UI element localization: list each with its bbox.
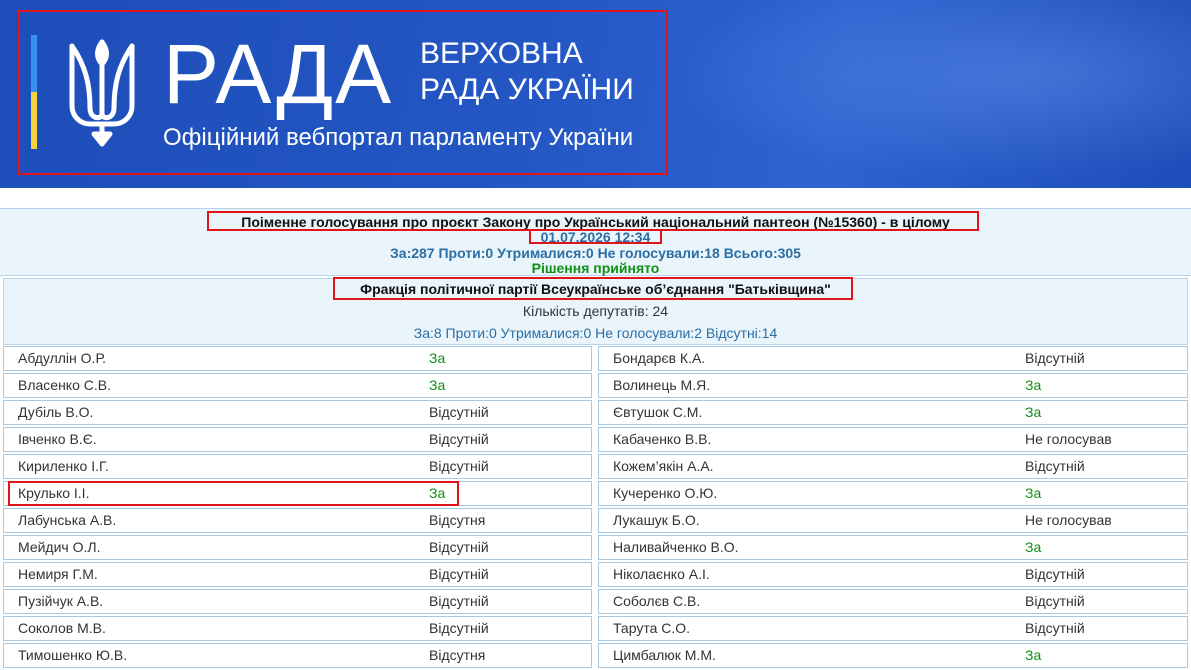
deputy-row: Волинець М.Я. За [598,373,1188,398]
deputy-name[interactable]: Мейдич О.Л. [18,536,100,559]
deputy-vote-result: Не голосував [1025,512,1112,528]
deputy-row: Наливайченко В.О. За [598,535,1188,560]
deputy-vote-result: Відсутній [429,566,489,582]
header-highlight-box [18,10,668,175]
banner-glow [631,0,1191,188]
deputy-name[interactable]: Соболєв С.В. [613,590,700,613]
deputy-row: Соболєв С.В. Відсутній [598,589,1188,614]
deputy-row: Бондарєв К.А. Відсутній [598,346,1188,371]
deputy-name[interactable]: Кучеренко О.Ю. [613,482,717,505]
deputy-vote-result: За [429,350,446,366]
deputy-name[interactable]: Кожем’якін А.А. [613,455,714,478]
faction-vote-totals: За:8 Проти:0 Утрималися:0 Не голосували:… [413,325,778,341]
deputy-row: Дубіль В.О. Відсутній [3,400,592,425]
deputy-name[interactable]: Лукашук Б.О. [613,509,700,532]
deputy-name[interactable]: Соколов М.В. [18,617,106,640]
deputy-name[interactable]: Немиря Г.М. [18,563,98,586]
deputy-vote-result: Відсутній [429,404,489,420]
deputy-row: Немиря Г.М. Відсутній [3,562,592,587]
deputy-vote-result: За [1025,377,1042,393]
deputy-row: Тарута С.О. Відсутній [598,616,1188,641]
deputy-vote-result: Відсутній [429,539,489,555]
deputy-row: Пузійчук А.В. Відсутній [3,589,592,614]
deputy-row: Євтушок С.М. За [598,400,1188,425]
deputy-name[interactable]: Кабаченко В.В. [613,428,711,451]
deputy-vote-result: За [429,377,446,393]
deputy-row: Кожем’якін А.А. Відсутній [598,454,1188,479]
deputy-row: Лукашук Б.О. Не голосував [598,508,1188,533]
deputy-vote-result: Відсутній [1025,458,1085,474]
deputy-vote-result: Відсутній [429,431,489,447]
deputy-row: Івченко В.Є. Відсутній [3,427,592,452]
deputy-name[interactable]: Івченко В.Є. [18,428,97,451]
deputy-vote-result: Відсутній [1025,350,1085,366]
deputy-name[interactable]: Дубіль В.О. [18,401,93,424]
deputy-vote-result: За [1025,647,1042,663]
deputy-row: Цимбалюк М.М. За [598,643,1188,668]
deputy-name[interactable]: Тимошенко Ю.В. [18,644,127,667]
deputy-name[interactable]: Волинець М.Я. [613,374,710,397]
deputy-name[interactable]: Абдуллін О.Р. [18,347,106,370]
deputy-vote-result: Відсутній [1025,566,1085,582]
site-header-banner: РАДА ВЕРХОВНА РАДА УКРАЇНИ Офіційний веб… [0,0,1191,188]
deputy-name[interactable]: Лабунська А.В. [18,509,116,532]
deputy-row: Соколов М.В. Відсутній [3,616,592,641]
deputy-row: Власенко С.В. За [3,373,592,398]
deputy-vote-result: За [1025,485,1042,501]
vote-totals: За:287 Проти:0 Утрималися:0 Не голосувал… [390,245,801,261]
deputy-name[interactable]: Цимбалюк М.М. [613,644,716,667]
deputy-vote-result: За [1025,404,1042,420]
deputy-row: Тимошенко Ю.В. Відсутня [3,643,592,668]
deputy-vote-result: Відсутній [1025,620,1085,636]
deputy-row: Кириленко І.Г. Відсутній [3,454,592,479]
vote-title-highlight-box [207,211,979,231]
deputy-row: Лабунська А.В. Відсутня [3,508,592,533]
faction-name-highlight-box [333,277,853,300]
deputy-row: Абдуллін О.Р. За [3,346,592,371]
deputy-vote-result: Відсутній [429,593,489,609]
deputy-row: Мейдич О.Л. Відсутній [3,535,592,560]
faction-deputy-count: Кількість депутатів: 24 [522,303,669,319]
deputy-vote-result: Не голосував [1025,431,1112,447]
deputy-vote-result: Відсутня [429,512,486,528]
deputy-name[interactable]: Власенко С.В. [18,374,111,397]
deputy-name[interactable]: Бондарєв К.А. [613,347,705,370]
deputy-name[interactable]: Тарута С.О. [613,617,690,640]
deputy-vote-result: Відсутня [429,647,486,663]
deputy-vote-result: Відсутній [429,620,489,636]
deputy-name[interactable]: Ніколаєнко А.І. [613,563,710,586]
deputy-name[interactable]: Пузійчук А.В. [18,590,103,613]
deputy-vote-result: За [1025,539,1042,555]
deputy-vote-result: Відсутній [1025,593,1085,609]
vote-decision: Рішення прийнято [531,260,660,276]
deputy-row: Кучеренко О.Ю. За [598,481,1188,506]
deputy-name[interactable]: Кириленко І.Г. [18,455,109,478]
deputy-vote-result: Відсутній [429,458,489,474]
deputy-name[interactable]: Євтушок С.М. [613,401,702,424]
deputy-highlight-box [8,481,459,506]
deputy-row: Ніколаєнко А.І. Відсутній [598,562,1188,587]
vote-datetime-highlight-box [529,229,662,244]
deputy-row: Кабаченко В.В. Не голосував [598,427,1188,452]
deputy-name[interactable]: Наливайченко В.О. [613,536,739,559]
